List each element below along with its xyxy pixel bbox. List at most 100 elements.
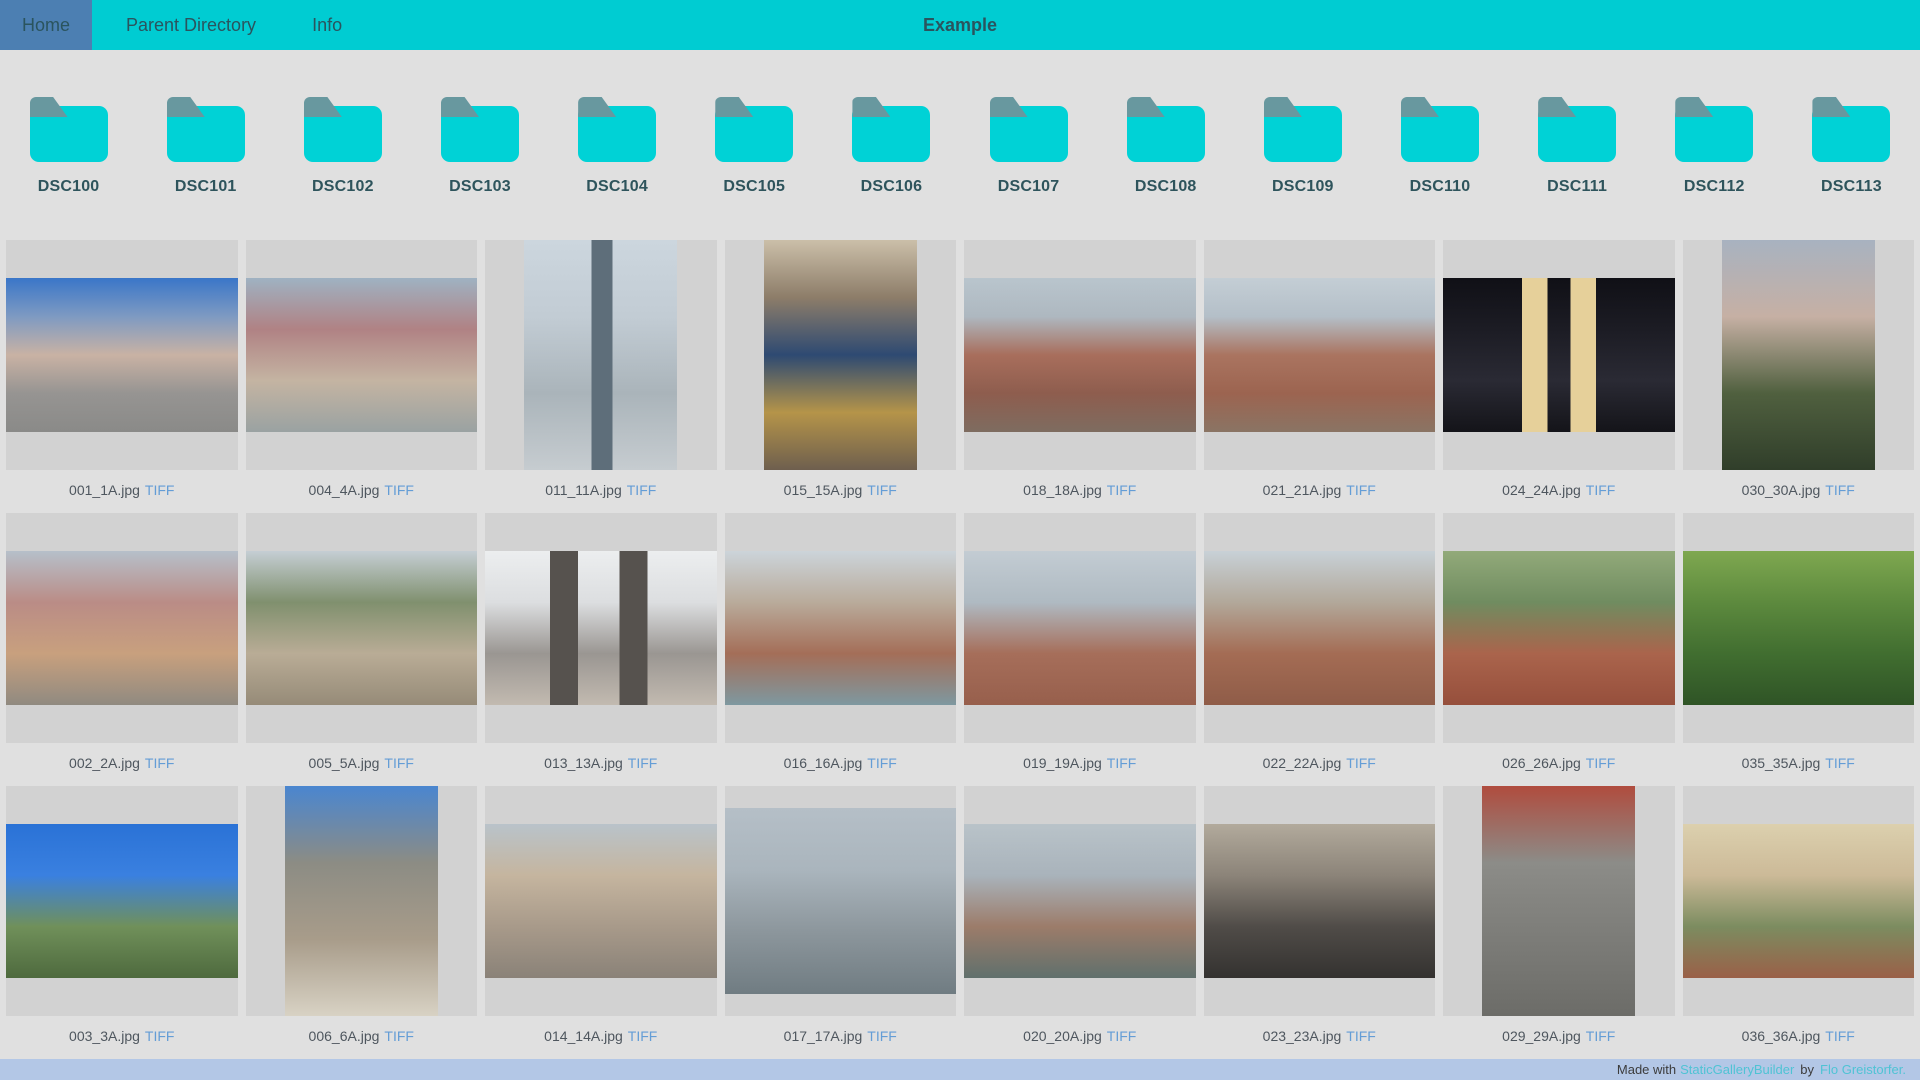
thumbnail[interactable]	[485, 240, 717, 470]
thumbnail[interactable]	[964, 513, 1196, 743]
folder-item-dsc102[interactable]: DSC102	[274, 96, 411, 196]
tiff-link[interactable]: TIFF	[1346, 1028, 1376, 1044]
tiff-link[interactable]: TIFF	[867, 755, 897, 771]
photo-placeholder	[485, 823, 717, 979]
tiff-link[interactable]: TIFF	[1107, 482, 1137, 498]
tiff-link[interactable]: TIFF	[1107, 755, 1137, 771]
folder-item-dsc113[interactable]: DSC113	[1783, 96, 1920, 196]
tiff-link[interactable]: TIFF	[628, 1028, 658, 1044]
thumbnail[interactable]	[724, 786, 956, 1016]
photo-placeholder	[245, 277, 477, 433]
folder-label: DSC103	[449, 178, 511, 195]
image-caption: 017_17A.jpg TIFF	[784, 1016, 897, 1059]
tiff-link[interactable]: TIFF	[627, 482, 657, 498]
folder-icon	[1675, 106, 1754, 162]
folder-icon	[715, 106, 794, 162]
thumbnail[interactable]	[485, 513, 717, 743]
thumbnail[interactable]	[1443, 513, 1675, 743]
filename-label: 003_3A.jpg	[69, 1028, 140, 1044]
folder-item-dsc105[interactable]: DSC105	[686, 96, 823, 196]
folder-item-dsc100[interactable]: DSC100	[0, 96, 137, 196]
image-caption: 019_19A.jpg TIFF	[1023, 743, 1136, 786]
folder-icon	[1400, 106, 1479, 162]
image-caption: 013_13A.jpg TIFF	[544, 743, 657, 786]
nav-item-parent-directory[interactable]: Parent Directory	[104, 0, 278, 50]
folder-label: DSC113	[1821, 178, 1882, 195]
folder-item-dsc111[interactable]: DSC111	[1509, 96, 1646, 196]
thumbnail[interactable]	[964, 240, 1196, 470]
folder-icon	[989, 106, 1068, 162]
image-caption: 036_36A.jpg TIFF	[1742, 1016, 1855, 1059]
photo-placeholder	[964, 550, 1196, 706]
tiff-link[interactable]: TIFF	[384, 482, 414, 498]
gallery-item: 017_17A.jpg TIFF	[724, 786, 956, 1059]
footer-credit: Made with StaticGalleryBuilder by Flo Gr…	[0, 1059, 1920, 1080]
tiff-link[interactable]: TIFF	[867, 1028, 897, 1044]
thumbnail[interactable]	[1682, 240, 1914, 470]
tiff-link[interactable]: TIFF	[384, 1028, 414, 1044]
filename-label: 035_35A.jpg	[1741, 755, 1821, 771]
nav-item-home[interactable]: Home	[0, 0, 93, 50]
image-caption: 011_11A.jpg TIFF	[545, 470, 656, 513]
tiff-link[interactable]: TIFF	[145, 755, 175, 771]
thumbnail[interactable]	[724, 240, 956, 470]
thumbnail[interactable]	[245, 786, 477, 1016]
tiff-link[interactable]: TIFF	[1586, 755, 1616, 771]
photo-placeholder	[485, 550, 717, 706]
tiff-link[interactable]: TIFF	[1346, 755, 1376, 771]
folder-item-dsc103[interactable]: DSC103	[411, 96, 548, 196]
tiff-link[interactable]: TIFF	[1346, 482, 1376, 498]
tiff-link[interactable]: TIFF	[1825, 482, 1855, 498]
photo-placeholder	[6, 277, 238, 433]
filename-label: 018_18A.jpg	[1023, 482, 1102, 498]
staticgallerybuilder-link[interactable]: StaticGalleryBuilder	[1680, 1062, 1794, 1077]
tiff-link[interactable]: TIFF	[1825, 755, 1855, 771]
thumbnail[interactable]	[1443, 240, 1675, 470]
tiff-link[interactable]: TIFF	[1107, 1028, 1137, 1044]
filename-label: 026_26A.jpg	[1502, 755, 1581, 771]
image-caption: 020_20A.jpg TIFF	[1023, 1016, 1136, 1059]
thumbnail[interactable]	[1203, 513, 1435, 743]
folder-item-dsc106[interactable]: DSC106	[823, 96, 960, 196]
folder-label: DSC107	[997, 178, 1060, 195]
thumbnail[interactable]	[6, 786, 238, 1016]
folder-item-dsc110[interactable]: DSC110	[1371, 96, 1508, 196]
thumbnail[interactable]	[485, 786, 717, 1016]
thumbnail[interactable]	[1203, 786, 1435, 1016]
gallery-item: 003_3A.jpg TIFF	[6, 786, 238, 1059]
thumbnail[interactable]	[724, 513, 956, 743]
thumbnail[interactable]	[1682, 786, 1914, 1016]
folder-item-dsc112[interactable]: DSC112	[1646, 96, 1783, 196]
tiff-link[interactable]: TIFF	[145, 1028, 175, 1044]
folder-item-dsc101[interactable]: DSC101	[137, 96, 274, 196]
folder-icon	[578, 106, 657, 162]
folder-label: DSC105	[723, 178, 786, 195]
gallery-item: 013_13A.jpg TIFF	[485, 513, 717, 786]
folder-item-dsc108[interactable]: DSC108	[1097, 96, 1234, 196]
tiff-link[interactable]: TIFF	[384, 755, 414, 771]
thumbnail[interactable]	[6, 240, 238, 470]
nav-item-info[interactable]: Info	[290, 0, 364, 50]
folder-item-dsc107[interactable]: DSC107	[960, 96, 1097, 196]
photo-placeholder	[1682, 823, 1914, 979]
folder-icon	[303, 106, 382, 162]
folder-item-dsc109[interactable]: DSC109	[1234, 96, 1371, 196]
tiff-link[interactable]: TIFF	[1586, 482, 1616, 498]
tiff-link[interactable]: TIFF	[1825, 1028, 1855, 1044]
thumbnail[interactable]	[964, 786, 1196, 1016]
filename-label: 011_11A.jpg	[545, 482, 622, 498]
tiff-link[interactable]: TIFF	[145, 482, 175, 498]
tiff-link[interactable]: TIFF	[628, 755, 658, 771]
thumbnail[interactable]	[6, 513, 238, 743]
thumbnail[interactable]	[1443, 786, 1675, 1016]
thumbnail[interactable]	[245, 513, 477, 743]
thumbnail[interactable]	[1203, 240, 1435, 470]
tiff-link[interactable]: TIFF	[1586, 1028, 1616, 1044]
gallery-item: 014_14A.jpg TIFF	[485, 786, 717, 1059]
folder-label: DSC112	[1683, 178, 1745, 195]
thumbnail[interactable]	[1682, 513, 1914, 743]
author-link[interactable]: Flo Greistorfer.	[1820, 1062, 1906, 1077]
thumbnail[interactable]	[245, 240, 477, 470]
tiff-link[interactable]: TIFF	[867, 482, 897, 498]
folder-item-dsc104[interactable]: DSC104	[549, 96, 686, 196]
